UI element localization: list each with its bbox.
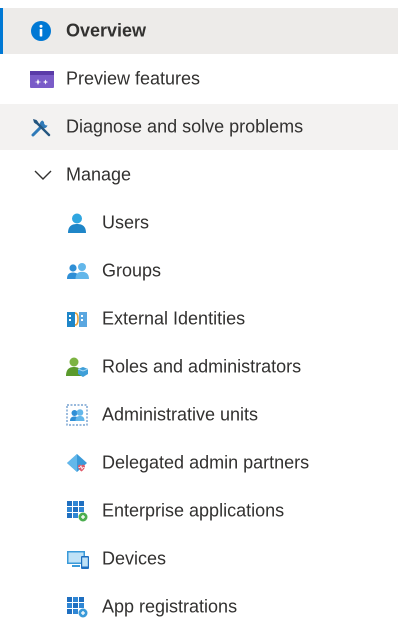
nav-item-label: Devices xyxy=(102,548,167,569)
nav-item-enterprise-apps[interactable]: Enterprise applications xyxy=(0,488,398,534)
nav-item-delegated-admin[interactable]: Delegated admin partners xyxy=(0,440,398,486)
nav-item-label: Enterprise applications xyxy=(102,500,285,521)
nav-item-label: App registrations xyxy=(102,596,238,617)
preview-features-icon xyxy=(30,68,54,90)
nav-group-label: Manage xyxy=(66,164,132,185)
nav-item-label: Diagnose and solve problems xyxy=(66,116,304,137)
nav-item-label: External Identities xyxy=(102,308,246,329)
delegated-admin-icon xyxy=(66,452,88,474)
user-icon xyxy=(66,212,88,234)
nav-item-admin-units[interactable]: Administrative units xyxy=(0,392,398,438)
app-registrations-icon xyxy=(66,596,88,618)
roles-admin-icon xyxy=(66,356,88,378)
nav-item-app-registrations[interactable]: App registrations xyxy=(0,584,398,630)
admin-units-icon xyxy=(66,404,88,426)
nav-item-label: Roles and administrators xyxy=(102,356,302,377)
external-identities-icon xyxy=(66,308,88,330)
nav-item-diagnose[interactable]: Diagnose and solve problems xyxy=(0,104,398,150)
devices-icon xyxy=(66,548,90,570)
nav-item-label: Administrative units xyxy=(102,404,259,425)
nav-item-label: Groups xyxy=(102,260,162,281)
left-nav-menu: Overview Preview features Diagnose and s… xyxy=(0,0,398,640)
nav-item-preview-features[interactable]: Preview features xyxy=(0,56,398,102)
enterprise-apps-icon xyxy=(66,500,88,522)
nav-item-external-identities[interactable]: External Identities xyxy=(0,296,398,342)
nav-item-groups[interactable]: Groups xyxy=(0,248,398,294)
nav-item-label: Delegated admin partners xyxy=(102,452,310,473)
nav-item-label: Preview features xyxy=(66,68,201,89)
nav-item-label: Overview xyxy=(66,20,147,41)
info-icon xyxy=(30,20,52,42)
nav-item-devices[interactable]: Devices xyxy=(0,536,398,582)
nav-item-users[interactable]: Users xyxy=(0,200,398,246)
wrench-screwdriver-icon xyxy=(30,116,52,138)
nav-item-overview[interactable]: Overview xyxy=(0,8,398,54)
chevron-down-icon[interactable] xyxy=(32,164,54,186)
nav-item-label: Users xyxy=(102,212,150,233)
nav-group-manage[interactable]: Manage xyxy=(0,152,398,198)
nav-item-roles-admins[interactable]: Roles and administrators xyxy=(0,344,398,390)
groups-icon xyxy=(66,260,90,282)
